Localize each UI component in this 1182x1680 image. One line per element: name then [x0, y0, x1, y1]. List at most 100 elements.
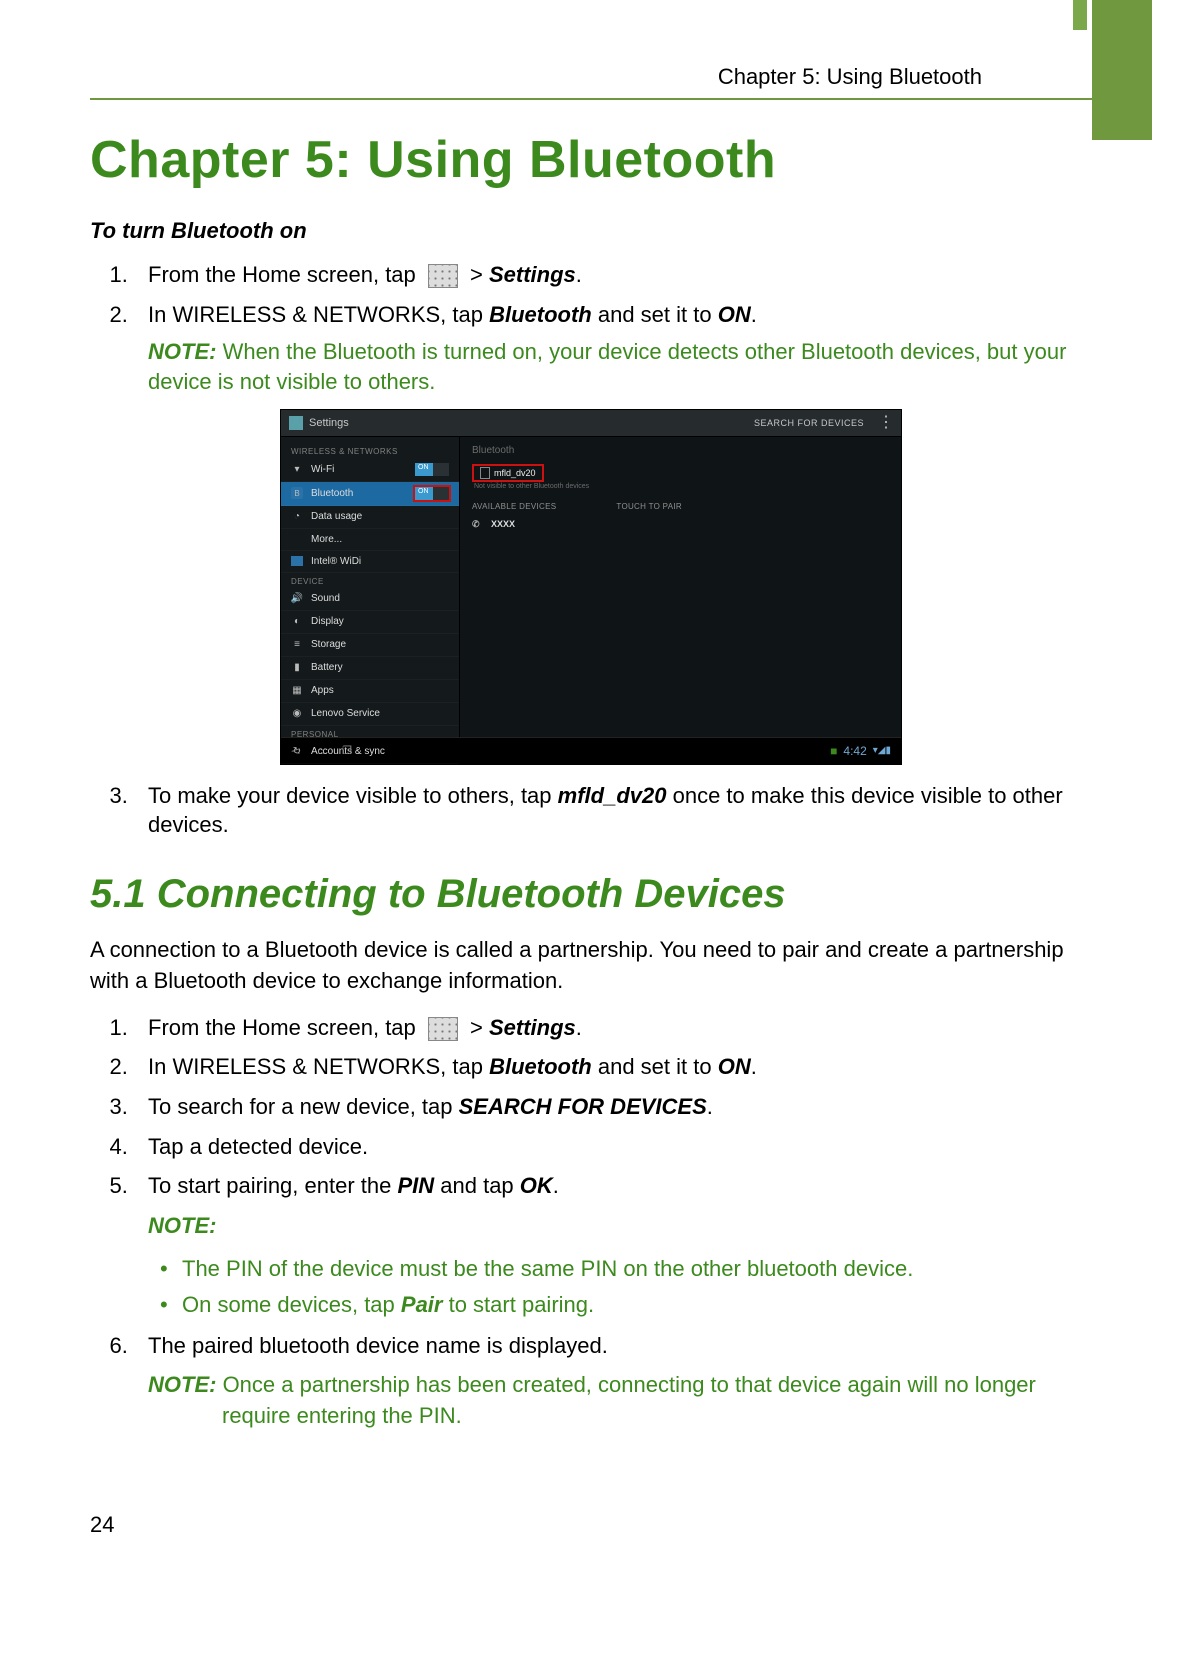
sidebar-item-battery[interactable]: ▮ Battery	[281, 657, 459, 680]
label: Sound	[311, 593, 340, 604]
sound-icon: 🔊	[291, 593, 303, 605]
steps-list-2-cont: The paired bluetooth device name is disp…	[90, 1331, 1092, 1432]
settings-label: Settings	[489, 262, 576, 287]
sidebar-item-bluetooth[interactable]: B Bluetooth ON	[281, 482, 459, 506]
on-label: ON	[718, 302, 751, 327]
text: From the Home screen, tap	[148, 262, 422, 287]
tablet-icon	[480, 467, 490, 479]
label: Battery	[311, 662, 343, 673]
text: and set it to	[592, 1054, 718, 1079]
lenovo-icon: ◉	[291, 708, 303, 720]
screenshot-title: Settings	[309, 417, 349, 429]
note-label: NOTE:	[148, 1213, 216, 1238]
note-bullets: The PIN of the device must be the same P…	[160, 1253, 1092, 1321]
available-device-row[interactable]: ✆ XXXX	[472, 519, 889, 530]
text: On some devices, tap	[182, 1292, 401, 1317]
sidebar-item-storage[interactable]: ≡Storage	[281, 634, 459, 657]
bullet-2: On some devices, tap Pair to start pairi…	[160, 1289, 1092, 1321]
clock: 4:42	[843, 744, 866, 758]
wifi-status-icon: ▾◢▮	[873, 745, 891, 756]
search-devices-label: SEARCH FOR DEVICES	[459, 1094, 707, 1119]
text: to start pairing.	[442, 1292, 594, 1317]
steps-list-2: From the Home screen, tap > Settings. In…	[90, 1013, 1092, 1241]
subchapter-title: 5.1 Connecting to Bluetooth Devices	[90, 872, 1092, 917]
text: .	[751, 1054, 757, 1079]
bluetooth-toggle[interactable]: ON	[415, 487, 449, 500]
bluetooth-label: Bluetooth	[489, 302, 592, 327]
sidebar-item-lenovo[interactable]: ◉Lenovo Service	[281, 703, 459, 726]
sidebar-item-sound[interactable]: 🔊 Sound	[281, 588, 459, 611]
steps-list-1: From the Home screen, tap > Settings. In…	[90, 260, 1092, 397]
sidebar-item-wifi[interactable]: ▾ Wi-Fi ON	[281, 458, 459, 482]
pair-label: Pair	[401, 1292, 443, 1317]
chapter-title: Chapter 5: Using Bluetooth	[90, 130, 1092, 190]
step2-4: Tap a detected device.	[134, 1132, 1092, 1162]
step2-5: To start pairing, enter the PIN and tap …	[134, 1171, 1092, 1240]
pin-label: PIN	[397, 1173, 434, 1198]
note-label: NOTE:	[148, 1372, 216, 1397]
steps-list-1-cont: To make your device visible to others, t…	[90, 781, 1092, 840]
visibility-text: Not visible to other Bluetooth devices	[474, 483, 889, 490]
sidebar-item-apps[interactable]: ▦Apps	[281, 680, 459, 703]
note-text: When the Bluetooth is turned on, your de…	[148, 339, 1066, 394]
text: .	[751, 302, 757, 327]
text: .	[576, 262, 582, 287]
settings-content-pane: Bluetooth mfld_dv20 Not visible to other…	[460, 437, 901, 737]
wifi-toggle[interactable]: ON	[415, 463, 449, 476]
step-1: From the Home screen, tap > Settings.	[134, 260, 1092, 290]
content-heading: Bluetooth	[472, 445, 889, 456]
label: Apps	[311, 685, 334, 696]
available-devices-label: AVAILABLE DEVICES	[472, 502, 556, 511]
step2-3: To search for a new device, tap SEARCH F…	[134, 1092, 1092, 1122]
back-icon[interactable]: ◅	[291, 744, 299, 757]
text: From the Home screen, tap	[148, 1015, 422, 1040]
category-device: DEVICE	[281, 573, 459, 588]
text: To make your device visible to others, t…	[148, 783, 558, 808]
text: The paired bluetooth device name is disp…	[148, 1333, 608, 1358]
bluetooth-label: Bluetooth	[489, 1054, 592, 1079]
ok-label: OK	[520, 1173, 553, 1198]
device-label: XXXX	[491, 519, 515, 529]
sidebar-item-widi[interactable]: Intel® WiDi	[281, 551, 459, 573]
status-icon: ■	[830, 744, 837, 758]
apps-grid-icon	[428, 1017, 458, 1041]
sidebar-item-more[interactable]: More...	[281, 529, 459, 551]
label: Display	[311, 616, 344, 627]
bluetooth-icon: B	[291, 487, 303, 499]
page-tab-decoration	[1092, 0, 1152, 140]
my-device-name[interactable]: mfld_dv20	[472, 464, 544, 482]
label: Wi-Fi	[311, 464, 334, 475]
text: To search for a new device, tap	[148, 1094, 459, 1119]
note-text: Once a partnership has been created, con…	[216, 1372, 1035, 1428]
text: .	[576, 1015, 582, 1040]
android-settings-screenshot: Settings SEARCH FOR DEVICES ⋮ WIRELESS &…	[280, 409, 902, 765]
search-for-devices-button[interactable]: SEARCH FOR DEVICES	[754, 418, 864, 428]
section-heading-turn-on: To turn Bluetooth on	[90, 218, 1092, 244]
text: In WIRELESS & NETWORKS, tap	[148, 302, 489, 327]
wifi-icon: ▾	[291, 463, 303, 475]
bullet-1: The PIN of the device must be the same P…	[160, 1253, 1092, 1285]
step-3: To make your device visible to others, t…	[134, 781, 1092, 840]
intro-paragraph: A connection to a Bluetooth device is ca…	[90, 935, 1092, 997]
overflow-menu-icon[interactable]: ⋮	[878, 418, 893, 428]
step-2: In WIRELESS & NETWORKS, tap Bluetooth an…	[134, 300, 1092, 397]
label: Data usage	[311, 511, 362, 522]
header-rule	[90, 98, 1092, 100]
recents-icon[interactable]: ❐	[342, 744, 352, 757]
battery-icon: ▮	[291, 662, 303, 674]
apps-grid-icon	[428, 264, 458, 288]
sidebar-item-datausage[interactable]: ◔ Data usage	[281, 506, 459, 529]
display-icon: ◐	[291, 616, 303, 628]
screenshot-titlebar: Settings SEARCH FOR DEVICES ⋮	[281, 410, 901, 437]
home-icon[interactable]: ⌂	[317, 745, 324, 757]
text: >	[470, 1015, 489, 1040]
touch-to-pair-label: TOUCH TO PAIR	[616, 502, 682, 511]
sidebar-item-display[interactable]: ◐ Display	[281, 611, 459, 634]
mfld-label: mfld_dv20	[558, 783, 667, 808]
text: .	[553, 1173, 559, 1198]
settings-label: Settings	[489, 1015, 576, 1040]
label: Storage	[311, 639, 346, 650]
note-label: NOTE:	[148, 339, 216, 364]
settings-sidebar: WIRELESS & NETWORKS ▾ Wi-Fi ON B Bluetoo…	[281, 437, 460, 737]
page-number: 24	[90, 1512, 1092, 1538]
